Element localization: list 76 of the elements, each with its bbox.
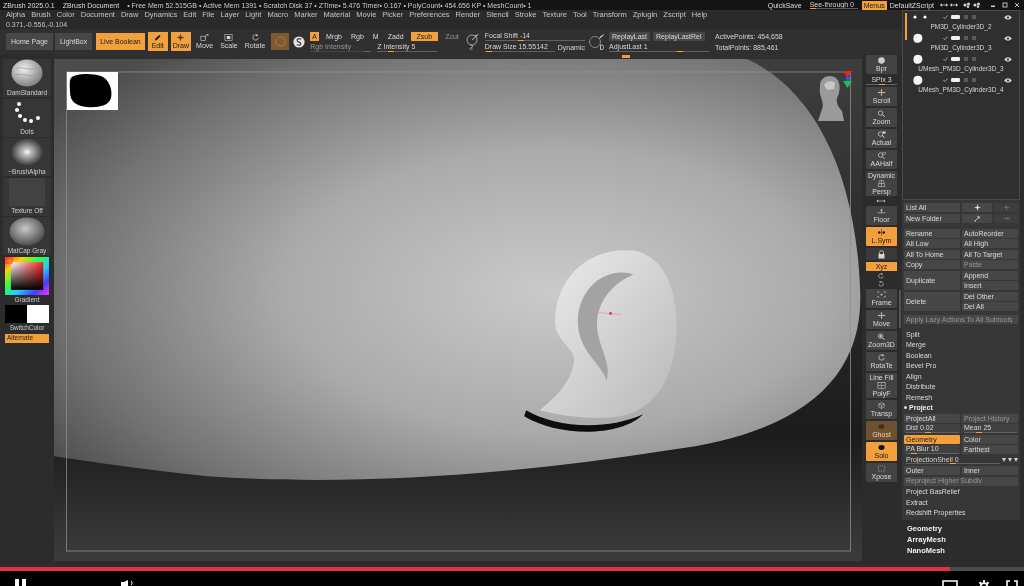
cluster-icon[interactable] [973,2,981,8]
icon-button[interactable] [962,213,992,223]
dots-thumbnail-icon[interactable] [913,15,927,19]
magnifier-icon [877,152,886,159]
check-icon[interactable] [943,78,948,82]
eye-icon[interactable] [1004,56,1012,62]
scroll-handle[interactable] [622,55,630,58]
viewport-canvas[interactable] [54,59,862,561]
lock-icon [877,249,886,259]
perspective-grid-icon [877,180,886,187]
glow-icon [10,138,44,166]
square-arrow-icon [200,34,210,41]
pencil-icon [153,34,163,41]
blob-thumbnail-icon[interactable] [913,54,923,64]
swirl-sphere-icon[interactable] [293,35,306,48]
toggle-icon[interactable] [951,36,960,40]
ring-icon [274,36,286,47]
nested-squares-icon [224,34,234,41]
brush-sphere-icon [11,59,43,87]
move-arrows-icon [877,89,886,96]
cluster-icon[interactable] [963,2,971,8]
scrollbar-thumb[interactable] [905,13,907,40]
blob-thumbnail-icon[interactable] [913,75,923,85]
toggle-icon[interactable] [951,78,960,82]
magnifier-cube-icon [877,333,886,340]
close-icon[interactable] [1013,2,1021,8]
floor-line-icon [877,208,886,215]
double-arrow-icon[interactable] [950,2,958,8]
magnifier-icon [877,110,886,117]
crosshair-icon [176,34,186,41]
toggle-icon[interactable] [951,15,960,19]
check-icon[interactable] [943,57,948,61]
double-arrow-icon[interactable] [940,2,948,8]
blob-thumbnail-icon[interactable] [913,33,923,43]
speaker-icon[interactable] [121,580,135,586]
bullet-icon [904,406,907,409]
color-picker[interactable] [5,256,49,295]
toggle-icon[interactable] [951,57,960,61]
check-icon[interactable] [943,36,948,40]
color-swatch[interactable] [5,305,27,323]
rotate-arrow-icon [877,354,886,361]
blob-thumbnail-icon [67,72,118,110]
pen-dial-icon[interactable] [589,33,605,50]
gear-icon[interactable] [978,579,990,586]
lock-button[interactable] [866,248,897,260]
matcap-sphere-icon [9,217,45,246]
dial-icon[interactable] [465,33,480,50]
rotate-arrow-icon [250,34,260,41]
sphere-icon [877,57,886,64]
blob-icon [877,423,886,430]
icon-button[interactable] [962,203,992,212]
eye-icon[interactable] [1004,77,1012,83]
check-icon[interactable] [943,15,948,19]
plus-icon [1002,204,1010,211]
cube-icon [877,402,886,409]
dots-icon [13,100,41,125]
dotted-square-icon [877,465,886,472]
polygon-grid-icon [877,382,886,389]
window-icon[interactable] [942,580,958,586]
fullscreen-icon[interactable] [1006,580,1018,586]
frame-corners-icon [877,291,886,298]
blob-icon [877,444,886,451]
color-swatch[interactable] [27,305,49,323]
symmetry-dots-icon [877,229,886,236]
double-arrow-icon[interactable] [876,198,886,204]
brush-cursor-icon [596,312,623,315]
eye-icon[interactable] [1004,35,1012,41]
move-arrows-icon [877,312,886,319]
circle-toggle-button[interactable] [271,33,290,50]
pointer-icon [973,214,981,222]
pause-icon[interactable] [15,579,27,586]
magnifier-icon [877,131,886,138]
arrow-bar-icon [1002,214,1010,222]
sparkle-icon [973,204,981,211]
eye-icon[interactable] [1004,14,1012,20]
maximize-icon[interactable] [1001,2,1009,8]
